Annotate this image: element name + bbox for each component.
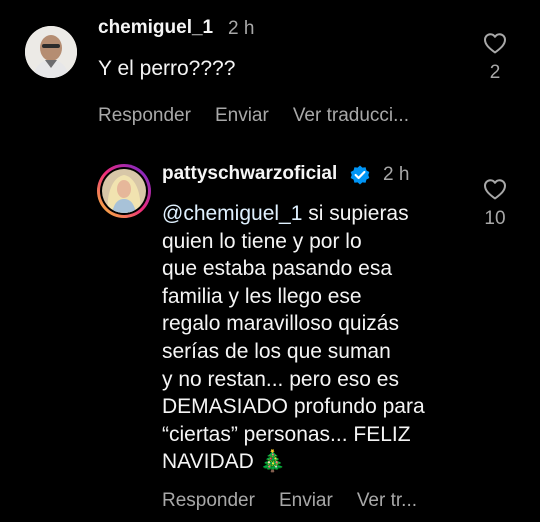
comment-timestamp: 2 h: [228, 18, 255, 39]
reply-pattyschwarz: pattyschwarzoficial 2 h @chemiguel_1 si …: [0, 150, 540, 522]
reply-line-6: serías de los que suman: [162, 339, 391, 363]
reply-line-5: regalo maravilloso quizás: [162, 312, 399, 336]
reply-timestamp: 2 h: [383, 164, 410, 185]
reply-line-1: @chemiguel_1 si supieras: [162, 202, 409, 225]
reply-button[interactable]: Responder: [162, 490, 255, 512]
reply-line-8: DEMASIADO profundo para: [162, 395, 425, 419]
reply-actions: Responder Enviar Ver tr...: [162, 490, 417, 512]
comment-actions: Responder Enviar Ver traducci...: [98, 105, 409, 127]
reply-line-2: quien lo tiene y por lo: [162, 229, 362, 253]
avatar-pattyschwarz-image: [102, 169, 146, 213]
avatar-pattyschwarz[interactable]: [97, 164, 151, 218]
comment-chemiguel: chemiguel_1 2 h Y el perro???? Responder…: [0, 0, 540, 140]
avatar-chemiguel[interactable]: [25, 26, 77, 78]
reply-line-9: “ciertas” personas... FELIZ: [162, 422, 411, 446]
like-control: 2: [475, 32, 515, 84]
comment-text: Y el perro????: [98, 57, 236, 80]
send-button[interactable]: Enviar: [215, 105, 269, 127]
mention-link[interactable]: @chemiguel_1: [162, 202, 302, 225]
send-button[interactable]: Enviar: [279, 490, 333, 512]
avatar-chemiguel-image: [25, 26, 77, 78]
reply-username[interactable]: pattyschwarzoficial: [162, 163, 337, 185]
like-count: 10: [484, 208, 506, 229]
verified-badge-icon: [350, 165, 370, 185]
comment-username[interactable]: chemiguel_1: [98, 17, 213, 39]
translate-button[interactable]: Ver tr...: [357, 490, 417, 512]
reply-line-4: familia y les llego ese: [162, 284, 362, 308]
reply-text: @chemiguel_1 si supieras quien lo tiene …: [162, 200, 472, 476]
translate-button[interactable]: Ver traducci...: [293, 105, 409, 127]
reply-line-10: NAVIDAD 🎄: [162, 450, 286, 474]
like-control: 10: [475, 178, 515, 230]
reply-line-3: que estaba pasando esa: [162, 257, 393, 281]
like-count: 2: [489, 62, 501, 83]
heart-icon[interactable]: [475, 32, 515, 54]
reply-line-7: y no restan... pero eso es: [162, 367, 399, 391]
heart-icon[interactable]: [475, 178, 515, 200]
reply-button[interactable]: Responder: [98, 105, 191, 127]
